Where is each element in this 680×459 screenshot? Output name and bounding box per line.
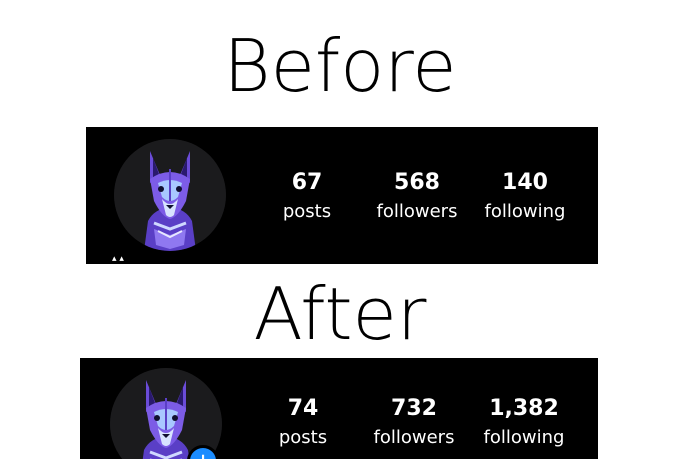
before-profile-stats-panel: ▴ ▴ 67 posts 568 followers 140 following (86, 127, 598, 264)
plus-icon: + (195, 450, 210, 459)
after-profile-stats-panel: + 74 posts 732 followers 1,382 following (80, 358, 598, 459)
before-followers-stat[interactable]: 568 followers (367, 170, 467, 224)
before-following-stat[interactable]: 140 following (475, 170, 575, 224)
after-following-stat[interactable]: 1,382 following (474, 396, 574, 450)
before-posts-stat[interactable]: 67 posts (257, 170, 357, 224)
posts-label: posts (278, 427, 328, 448)
profile-name-fragment: ▴ ▴ (112, 254, 124, 264)
posts-count: 67 (291, 170, 323, 195)
before-profile-avatar[interactable] (114, 139, 226, 251)
posts-count: 74 (287, 396, 319, 421)
wolf-avatar-icon (114, 139, 226, 251)
following-count: 1,382 (489, 396, 559, 421)
following-label: following (484, 201, 566, 222)
followers-label: followers (376, 201, 458, 222)
after-posts-stat[interactable]: 74 posts (253, 396, 353, 450)
followers-label: followers (373, 427, 455, 448)
following-label: following (483, 427, 565, 448)
after-followers-stat[interactable]: 732 followers (364, 396, 464, 450)
followers-count: 568 (394, 170, 440, 195)
posts-label: posts (282, 201, 332, 222)
after-heading: After (253, 272, 427, 356)
following-count: 140 (502, 170, 548, 195)
followers-count: 732 (391, 396, 437, 421)
before-heading: Before (223, 24, 457, 108)
